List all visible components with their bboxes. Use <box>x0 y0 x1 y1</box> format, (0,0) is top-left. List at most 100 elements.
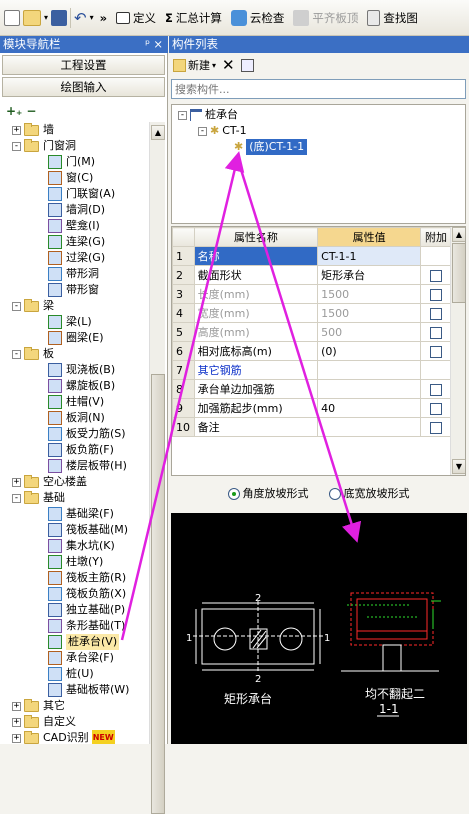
tree-folder[interactable]: + 墙 <box>12 122 54 138</box>
tree-folder[interactable]: -梁 <box>12 298 54 314</box>
new-dropdown-icon[interactable]: ▾ <box>212 61 216 70</box>
collapse-all-icon[interactable]: − <box>26 104 36 118</box>
drawing-input-button[interactable]: 绘图输入 <box>2 77 165 97</box>
tree-item[interactable]: 圈梁(E) <box>48 330 104 346</box>
tree-item[interactable]: 独立基础(P) <box>48 602 125 618</box>
save-icon[interactable] <box>51 9 68 26</box>
property-row[interactable]: 2 截面形状 矩形承台 <box>172 265 452 285</box>
property-row[interactable]: 1 名称 CT-1-1 <box>172 246 452 266</box>
radio-icon[interactable] <box>328 488 341 500</box>
new-file-icon[interactable] <box>4 9 20 26</box>
property-value[interactable]: 1500 <box>317 303 422 323</box>
property-row[interactable]: 10 备注 <box>172 417 452 437</box>
open-dropdown-icon[interactable]: ▾ <box>44 13 48 22</box>
tree-item[interactable]: 连梁(G) <box>48 234 105 250</box>
tree-item[interactable]: 条形基础(T) <box>48 618 125 634</box>
tree-item[interactable]: 窗(C) <box>48 170 93 186</box>
extra-checkbox[interactable] <box>430 421 443 434</box>
scroll-thumb[interactable] <box>452 243 465 303</box>
property-value[interactable]: CT-1-1 <box>317 246 422 266</box>
radio-selected-icon[interactable] <box>227 488 240 500</box>
scroll-thumb[interactable] <box>151 374 165 814</box>
tree-item[interactable]: 楼层板带(H) <box>48 458 127 474</box>
tree-node-root[interactable]: - 桩承台 <box>178 107 238 123</box>
tree-item[interactable]: 带形洞 <box>48 266 99 282</box>
project-settings-button[interactable]: 工程设置 <box>2 55 165 75</box>
sum-calc-button[interactable]: Σ 汇总计算 <box>162 10 225 26</box>
tree-item[interactable]: 墙洞(D) <box>48 202 105 218</box>
tree-item[interactable]: 集水坑(K) <box>48 538 115 554</box>
property-row[interactable]: 5 高度(mm) 500 <box>172 322 452 342</box>
cloud-check-button[interactable]: 云检查 <box>228 9 288 26</box>
property-value[interactable]: (0) <box>317 341 422 361</box>
close-icon[interactable]: × <box>153 36 163 53</box>
expand-icon[interactable]: + <box>12 477 21 487</box>
expand-all-icon[interactable]: +₊ <box>6 104 22 118</box>
collapse-icon[interactable]: - <box>12 141 21 151</box>
tree-item[interactable]: 桩(U) <box>48 666 94 682</box>
property-value[interactable]: 500 <box>317 322 422 342</box>
collapse-icon[interactable]: - <box>12 493 21 503</box>
tree-item[interactable]: 板洞(N) <box>48 410 105 426</box>
copy-icon[interactable] <box>240 58 254 72</box>
tree-item[interactable]: 螺旋板(B) <box>48 378 115 394</box>
property-row[interactable]: 8 承台单边加强筋 <box>172 379 452 399</box>
scroll-up-arrow[interactable]: ▲ <box>151 125 165 140</box>
extra-checkbox[interactable] <box>430 307 443 320</box>
extra-checkbox[interactable] <box>430 402 443 415</box>
open-folder-icon[interactable] <box>23 9 41 26</box>
extra-checkbox[interactable] <box>430 326 443 339</box>
tree-item[interactable]: 板负筋(F) <box>48 442 114 458</box>
extra-checkbox[interactable] <box>430 269 443 282</box>
property-value[interactable] <box>317 417 422 437</box>
tree-folder[interactable]: + CAD识别 NEW <box>12 730 115 744</box>
undo-dropdown-icon[interactable]: ▾ <box>90 13 94 22</box>
tree-folder[interactable]: - 基础 <box>12 490 65 506</box>
property-value[interactable] <box>317 360 422 380</box>
property-row[interactable]: 9 加强筋起步(mm) 40 <box>172 398 452 418</box>
undo-icon[interactable]: ↶ <box>74 9 87 27</box>
property-value[interactable]: 1500 <box>317 284 422 304</box>
tree-item[interactable]: 带形窗 <box>48 282 99 298</box>
toolbar-more-button[interactable]: » <box>97 11 110 25</box>
tree-item[interactable]: 筏板负筋(X) <box>48 586 126 602</box>
tree-item[interactable]: 门联窗(A) <box>48 186 115 202</box>
collapse-icon[interactable]: - <box>178 110 187 120</box>
tree-item[interactable]: 现浇板(B) <box>48 362 115 378</box>
tree-item[interactable]: 筏板基础(M) <box>48 522 128 538</box>
new-component-button[interactable]: 新建 ▾ <box>173 57 216 73</box>
module-tree-scrollbar[interactable]: ▲ <box>149 122 165 814</box>
scroll-up-arrow[interactable]: ▲ <box>452 227 465 242</box>
expand-icon[interactable]: + <box>12 701 21 711</box>
property-row[interactable]: 3 长度(mm) 1500 <box>172 284 452 304</box>
tree-item[interactable]: 柱墩(Y) <box>48 554 103 570</box>
expand-icon[interactable]: + <box>12 125 21 135</box>
tree-item[interactable]: 过梁(G) <box>48 250 105 266</box>
pin-icon[interactable]: ᵖ <box>145 36 150 53</box>
tree-node-ct1-1[interactable]: ✱ (底)CT-1-1 <box>234 139 308 155</box>
tree-item[interactable]: 壁龛(I) <box>48 218 100 234</box>
tree-item[interactable]: 筏板主筋(R) <box>48 570 126 586</box>
properties-scrollbar[interactable]: ▲ ▼ <box>450 227 465 475</box>
collapse-icon[interactable]: - <box>198 126 207 136</box>
tree-folder[interactable]: + 自定义 <box>12 714 76 730</box>
extra-checkbox[interactable] <box>430 288 443 301</box>
tree-item[interactable]: 柱帽(V) <box>48 394 104 410</box>
collapse-icon[interactable]: - <box>12 349 21 359</box>
tree-folder[interactable]: + 空心楼盖 <box>12 474 87 490</box>
tree-node-ct1[interactable]: - ✱ CT-1 <box>198 123 247 139</box>
collapse-icon[interactable]: - <box>12 301 21 311</box>
extra-checkbox[interactable] <box>430 383 443 396</box>
search-component-input[interactable] <box>171 79 466 99</box>
expand-icon[interactable]: + <box>12 717 21 727</box>
find-replace-button[interactable]: 查找图 <box>364 9 421 26</box>
tree-item[interactable]: 梁(L) <box>48 314 92 330</box>
property-row[interactable]: 7 其它钢筋 <box>172 360 452 380</box>
tree-folder[interactable]: - 门窗洞 <box>12 138 76 154</box>
tree-item[interactable]: 基础梁(F) <box>48 506 114 522</box>
tree-item[interactable]: 门(M) <box>48 154 95 170</box>
property-value[interactable]: 矩形承台 <box>317 265 422 285</box>
tree-item[interactable]: 桩承台(V) <box>48 634 120 650</box>
property-value[interactable]: 40 <box>317 398 422 418</box>
tree-item[interactable]: 板受力筋(S) <box>48 426 126 442</box>
